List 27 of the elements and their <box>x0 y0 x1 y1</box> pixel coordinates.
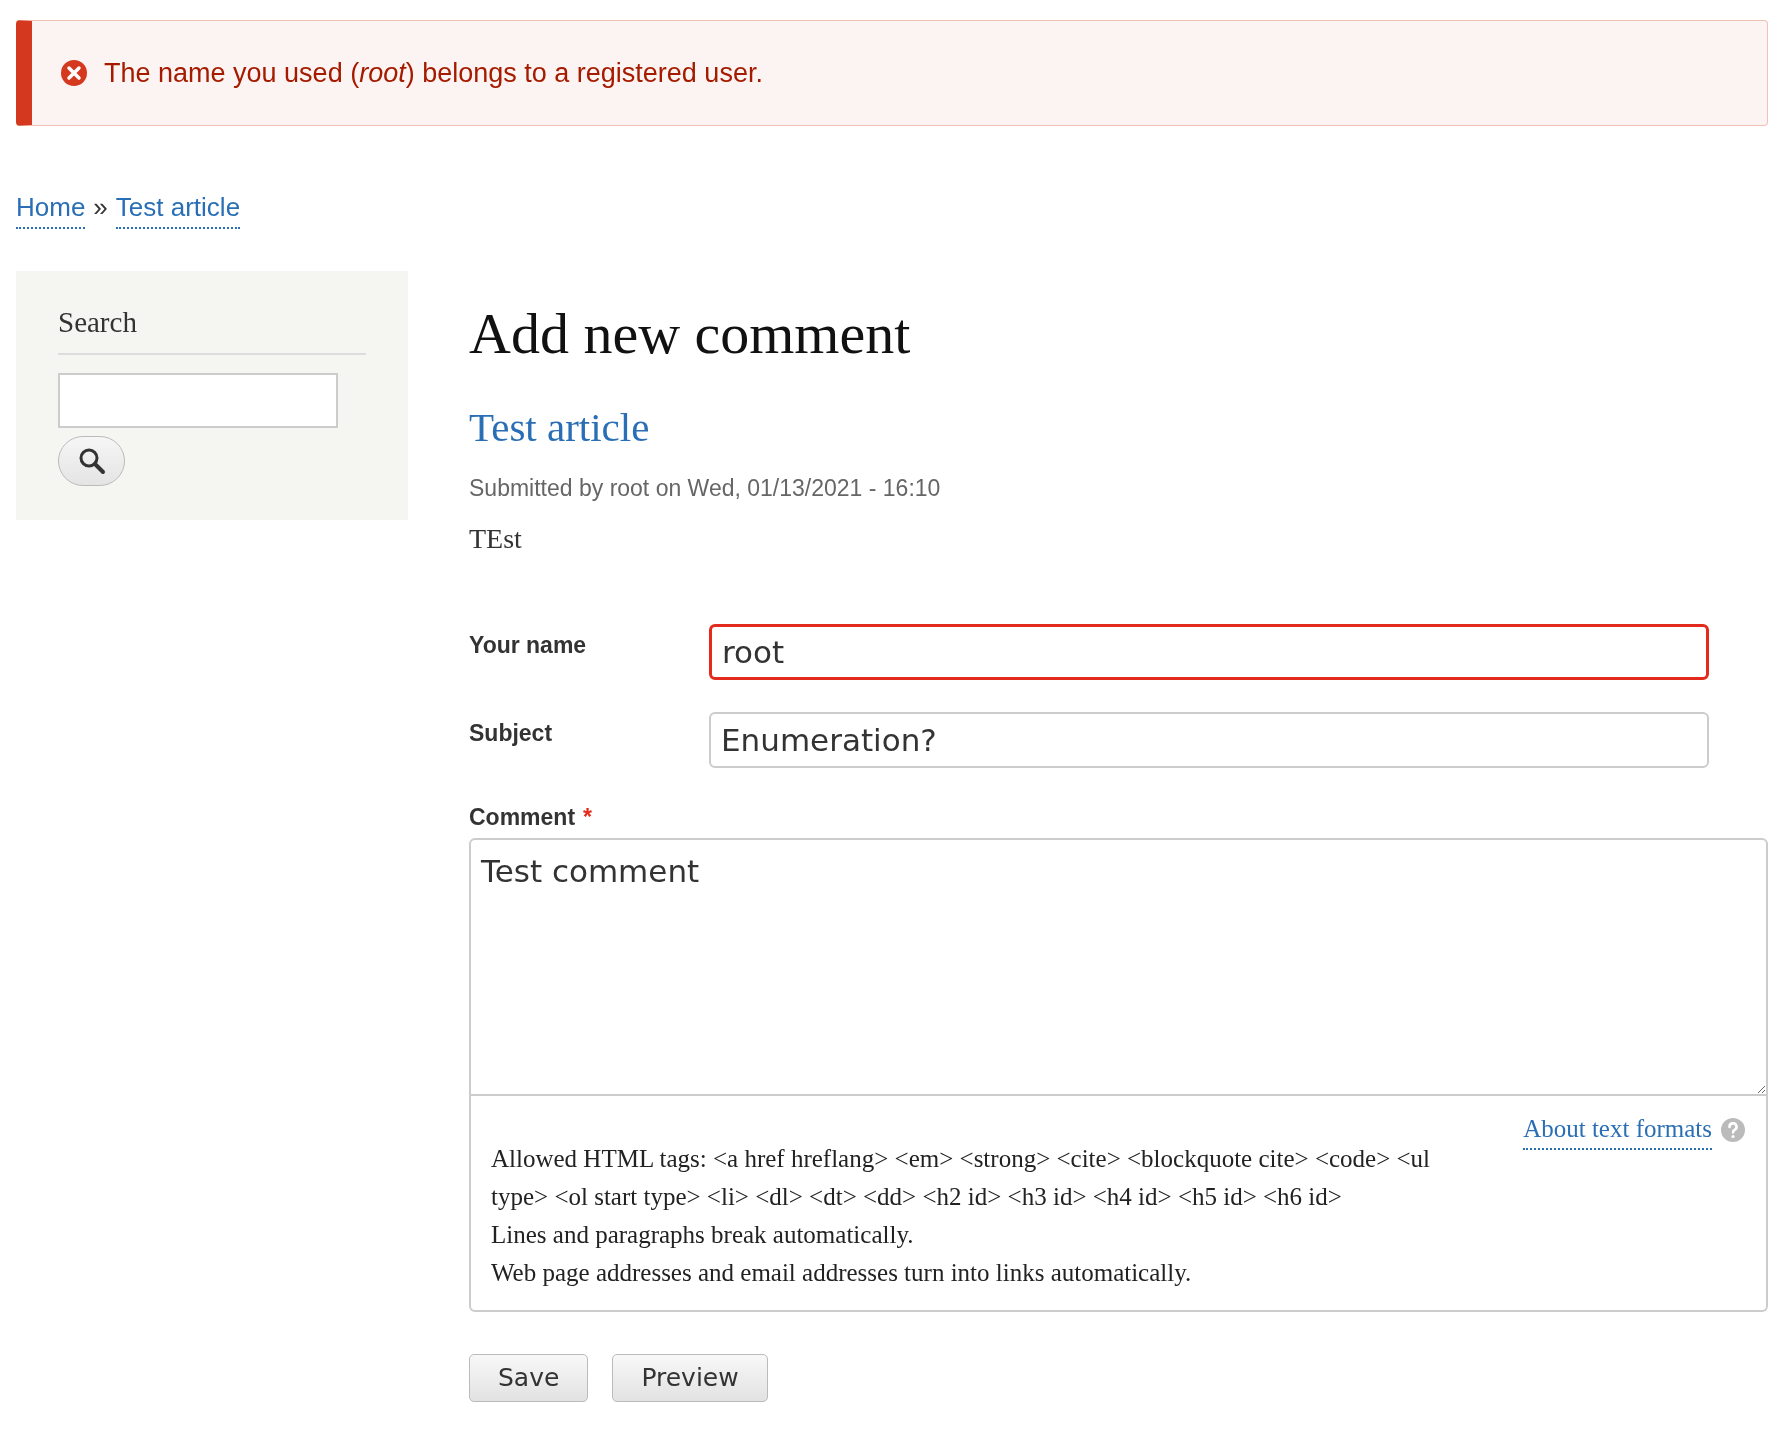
search-field[interactable] <box>58 372 338 428</box>
breadcrumb-separator: » <box>93 191 108 224</box>
search-icon <box>77 446 106 475</box>
required-mark: * <box>583 802 592 832</box>
help-icon[interactable] <box>1720 1117 1746 1144</box>
format-tip: Web page addresses and email addresses turn into links automatically. <box>491 1258 1193 1289</box>
comment-field[interactable]: Test comment <box>469 838 1768 1097</box>
search-button[interactable] <box>58 435 125 486</box>
text-field[interactable]: root <box>709 623 1709 680</box>
text-field[interactable]: Enumeration? <box>709 711 1709 768</box>
form-button[interactable]: Preview <box>612 1354 768 1403</box>
error-icon <box>60 59 88 87</box>
error-message-text: The name you used (root) belongs to a registered user. <box>104 56 763 90</box>
breadcrumb-link[interactable]: Test article <box>115 188 241 229</box>
article-title-link[interactable]: Test article <box>469 396 650 459</box>
field-label: Your name <box>469 630 588 660</box>
form-button[interactable]: Save <box>469 1354 589 1403</box>
submitted-info: Submitted by root on Wed, 01/13/2021 - 16:10 <box>469 474 942 504</box>
page-title: Add new comment <box>469 300 912 368</box>
sidebar-title: Search <box>58 301 366 355</box>
article-body: TEst <box>469 521 523 556</box>
field-label: Comment <box>469 802 576 832</box>
format-tip: Allowed HTML tags: <a href hreflang> <em> <strong> <cite> <blockquote cite> <code> <ul type> <ol start type> <li> <dl> <dt> <dd> <h2 id> <h3 id> <h4 id> <h5 id> <h6 id> <box>491 1144 1432 1213</box>
field-label: Subject <box>469 718 554 748</box>
about-text-formats-link[interactable]: About text formats <box>1523 1110 1712 1151</box>
breadcrumb-link[interactable]: Home <box>16 188 86 229</box>
format-tip: Lines and paragraphs break automatically. <box>491 1220 915 1251</box>
